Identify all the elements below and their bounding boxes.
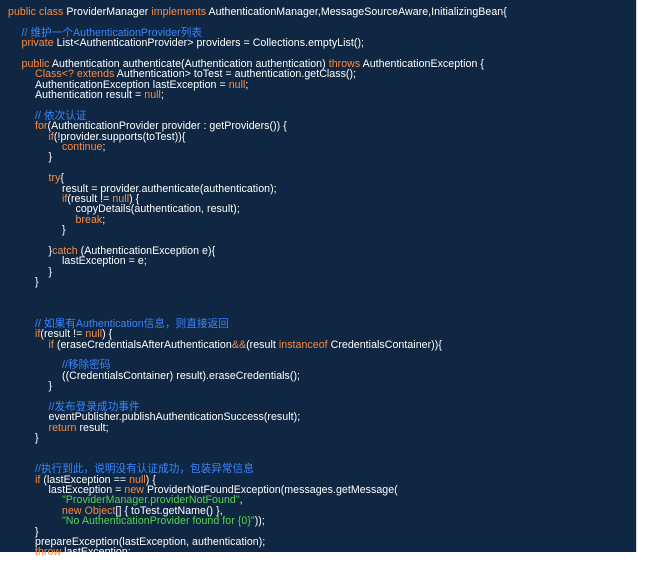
code-token: ;	[102, 141, 106, 154]
code-token: null	[144, 89, 161, 102]
code-token: AuthenticationManager,MessageSourceAware…	[208, 6, 507, 18]
code-line: return result;	[8, 421, 636, 434]
code-token: }	[48, 380, 53, 393]
code-token: null	[228, 78, 246, 91]
code-token: implements	[151, 6, 209, 18]
code-token: instanceof	[278, 338, 331, 351]
code-token: }	[35, 432, 39, 445]
code-line: }	[8, 380, 636, 393]
code-token: }	[48, 151, 53, 164]
code-token: ;	[245, 78, 249, 91]
code-token: ;	[160, 89, 164, 102]
code-token: AuthenticationException {	[362, 57, 485, 70]
code-token: CredentialsContainer)){	[330, 338, 442, 351]
code-token: ProviderManager	[66, 6, 152, 18]
code-token: "No AuthenticationProvider found for {0}…	[62, 515, 255, 528]
code-token: ;	[102, 213, 106, 226]
code-token: Authentication result =	[35, 89, 145, 102]
code-line: if (eraseCredentialsAfterAuthentication&…	[8, 338, 636, 351]
code-line: public class ProviderManager implements …	[8, 6, 636, 18]
code-block: public class ProviderManager implements …	[0, 0, 637, 578]
code-line: throw lastException;	[8, 546, 636, 559]
code-token: return	[48, 421, 80, 434]
code-line: Authentication result = null;	[8, 89, 636, 102]
code-line: "No AuthenticationProvider found for {0}…	[8, 515, 636, 528]
code-line: }	[8, 224, 636, 237]
code-token: &&	[231, 338, 247, 351]
code-token: ((CredentialsContainer) result).eraseCre…	[62, 369, 301, 382]
code-token: if	[48, 338, 57, 351]
code-line: }	[8, 556, 636, 569]
code-line: continue;	[8, 141, 636, 154]
code-line: }	[8, 567, 636, 579]
code-token: private	[21, 37, 57, 50]
code-token: }	[62, 224, 66, 237]
code-line: lastException = e;	[8, 255, 636, 268]
code-token: }	[48, 265, 53, 278]
code-token: ));	[254, 515, 265, 528]
code-token: }	[8, 567, 12, 579]
code-token: public class	[8, 6, 67, 18]
code-token: lastException;	[64, 546, 131, 559]
code-line: }	[8, 265, 636, 278]
code-token: continue	[62, 141, 103, 154]
code-token: for	[35, 120, 48, 133]
code-token: result;	[79, 421, 109, 434]
code-line: ((CredentialsContainer) result).eraseCre…	[8, 369, 636, 382]
code-line: }	[8, 432, 636, 445]
code-token: }	[35, 276, 39, 289]
code-token: try	[48, 172, 61, 185]
code-token: }	[21, 556, 26, 569]
code-token: ,	[239, 494, 243, 507]
code-line: }	[8, 151, 636, 164]
code-line: break;	[8, 213, 636, 226]
code-content: public class ProviderManager implements …	[8, 6, 636, 579]
code-token: (eraseCredentialsAfterAuthentication	[56, 338, 232, 351]
code-token: throw	[35, 546, 65, 559]
code-line: }	[8, 276, 636, 289]
code-token: (result	[246, 338, 279, 351]
code-token: break	[75, 213, 103, 226]
code-line: private List<AuthenticationProvider> pro…	[8, 37, 636, 50]
code-token: lastException = e;	[62, 255, 147, 268]
code-token: List<AuthenticationProvider> providers =…	[56, 37, 365, 50]
